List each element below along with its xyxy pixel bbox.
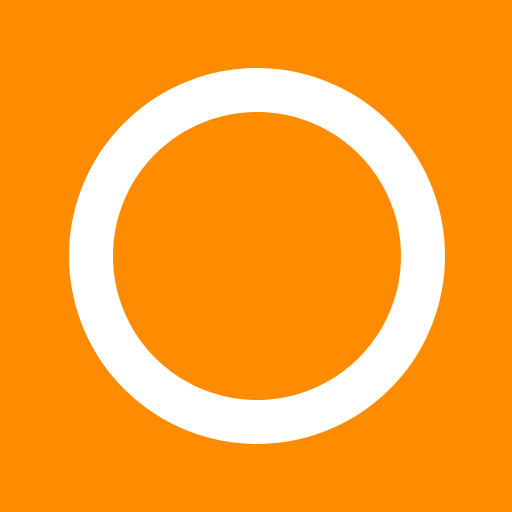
ring-stroke xyxy=(69,68,445,444)
app-icon-tile xyxy=(0,0,512,512)
ring-icon xyxy=(69,68,445,444)
